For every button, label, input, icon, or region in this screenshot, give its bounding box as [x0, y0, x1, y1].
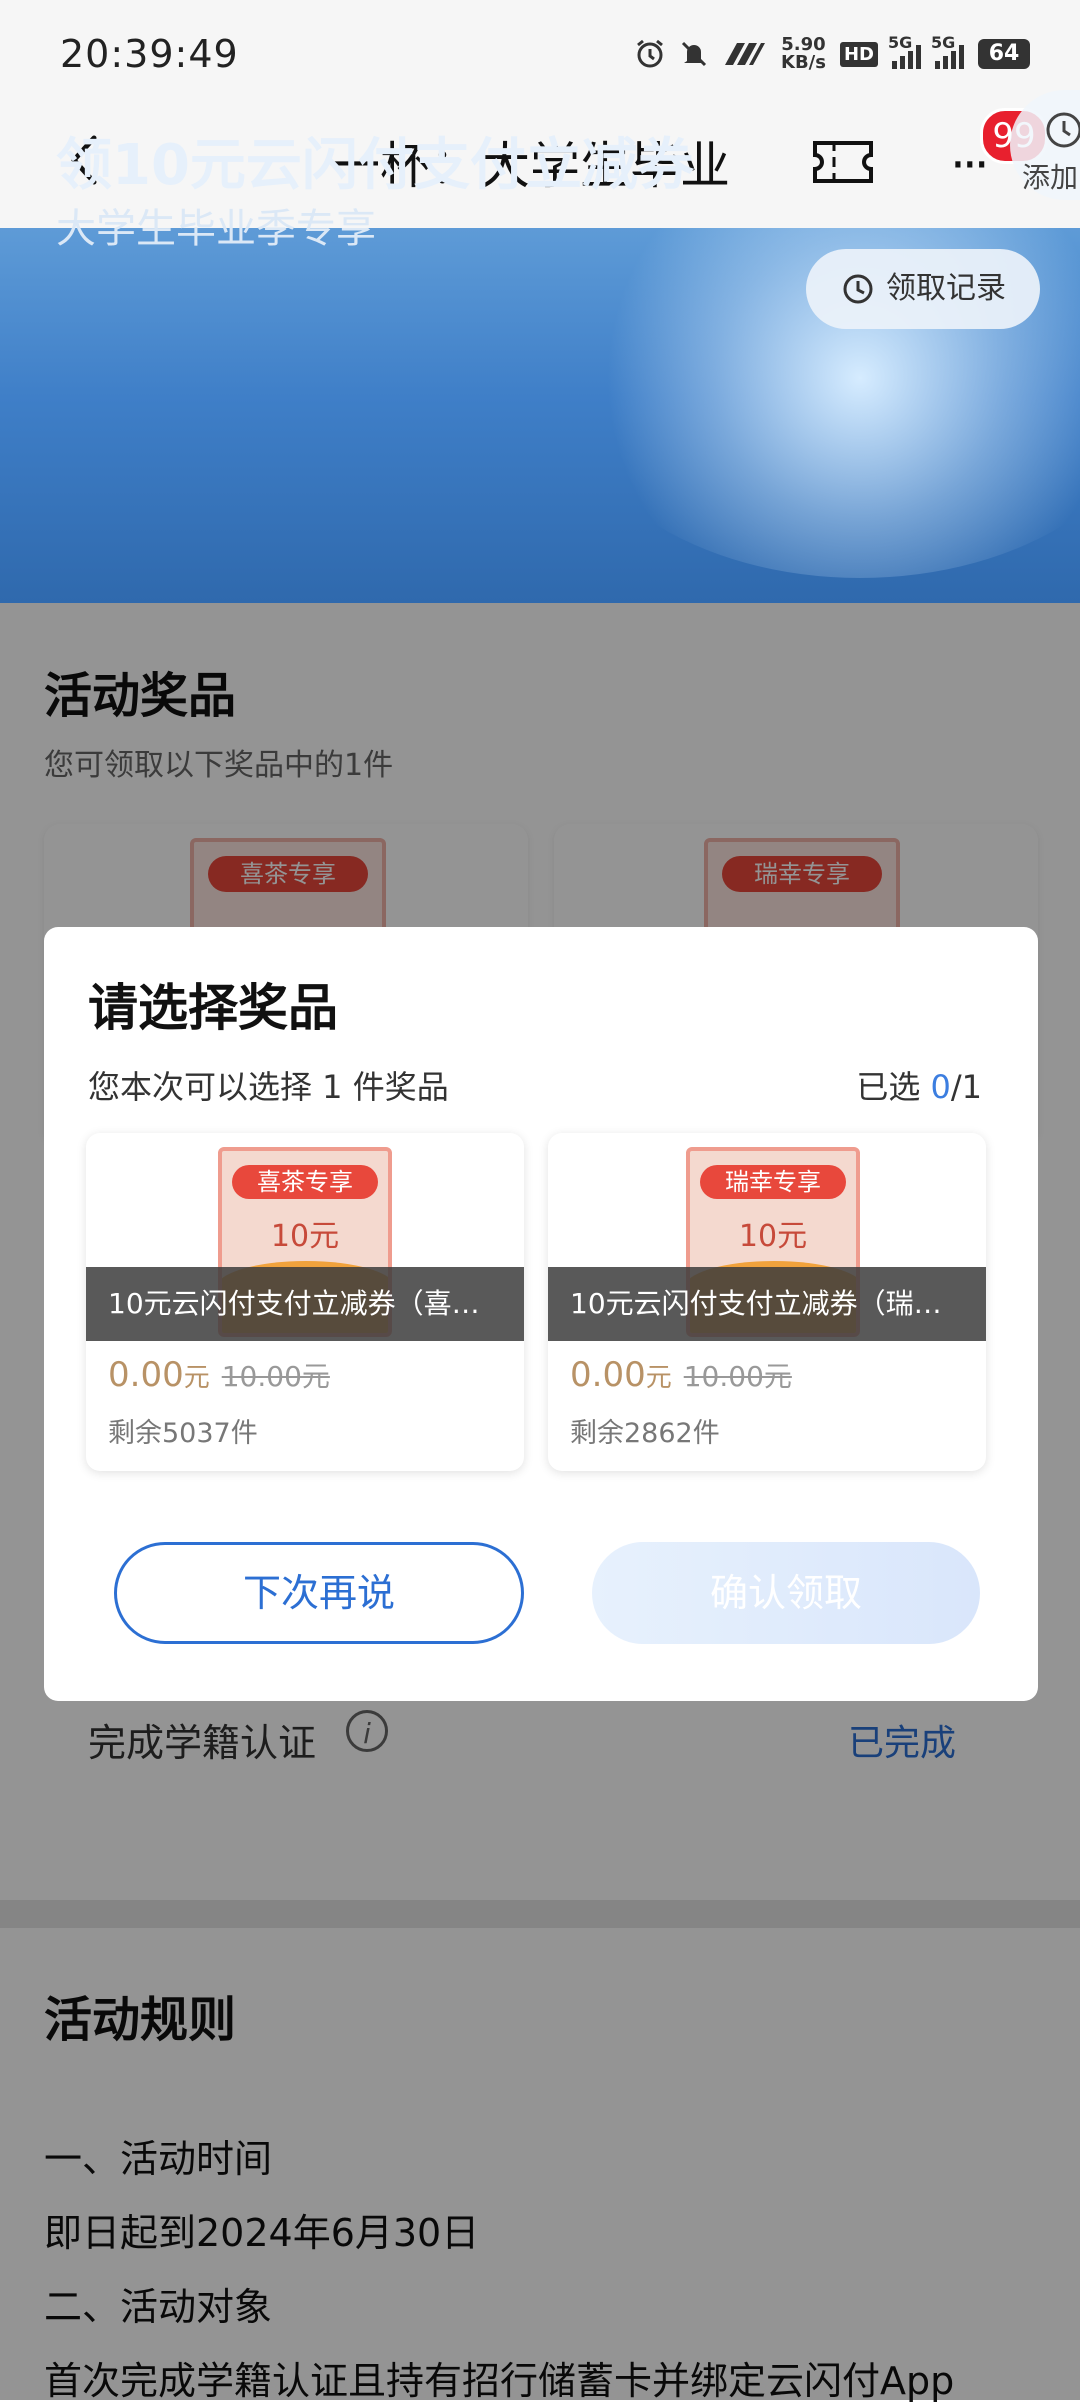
- prize-tag: 喜茶专享: [232, 1165, 378, 1199]
- history-icon: [843, 274, 873, 304]
- selected-total: /1: [950, 1068, 982, 1106]
- original-price: 10.00元: [683, 1360, 792, 1393]
- prize-name: 10元云闪付支付立减券（喜茶专享）: [86, 1267, 524, 1341]
- price-value: 0.00: [108, 1355, 184, 1395]
- claim-record-label: 领取记录: [886, 271, 1006, 306]
- nfc-icon: [725, 43, 766, 65]
- add-shortcut-label: 添加: [1022, 161, 1079, 194]
- prize-price: 0.00元 10.00元: [570, 1355, 792, 1395]
- selected-number: 0: [930, 1068, 951, 1106]
- claim-record-button[interactable]: 领取记录: [806, 249, 1040, 329]
- sim2-label: 5G: [931, 33, 956, 52]
- status-time: 20:39:49: [60, 32, 239, 76]
- selected-prefix: 已选: [856, 1068, 931, 1106]
- dialog-title: 请选择奖品: [88, 979, 338, 1037]
- price-unit: 元: [183, 1363, 210, 1393]
- dialog-subtitle: 您本次可以选择 1 件奖品: [88, 1068, 449, 1106]
- sim1-label: 5G: [888, 33, 913, 52]
- clock-icon: [1046, 112, 1080, 148]
- prize-tag: 瑞幸专享: [700, 1165, 846, 1199]
- confirm-claim-button[interactable]: 确认领取: [592, 1542, 980, 1644]
- more-dots-icon[interactable]: ···: [950, 140, 990, 190]
- banner-title: 领10元云闪付支付立减券: [56, 133, 694, 198]
- prize-price: 0.00元 10.00元: [108, 1355, 330, 1395]
- hd-voice-icon: HD: [839, 41, 878, 67]
- price-value: 0.00: [570, 1355, 646, 1395]
- battery-icon: 64: [978, 39, 1030, 69]
- net-speed: 5.90 KB/s: [781, 36, 826, 72]
- coupon-amount: 10元: [270, 1219, 340, 1254]
- original-price: 10.00元: [221, 1360, 330, 1393]
- later-button[interactable]: 下次再说: [114, 1542, 524, 1644]
- signal-icon: 5G: [931, 33, 964, 69]
- coupon-amount: 10元: [738, 1219, 808, 1254]
- banner-subtitle: 大学生毕业季专享: [56, 206, 376, 252]
- selected-count: 已选 0/1: [856, 1062, 982, 1108]
- mute-icon: [681, 41, 707, 67]
- prize-card[interactable]: 喜茶专享 10元 10元云闪付支付立减券（喜茶专享） 0.00元 10.00元 剩…: [86, 1133, 524, 1471]
- signal-icon: 5G: [888, 33, 921, 69]
- ticket-icon[interactable]: [812, 140, 874, 184]
- alarm-icon: [637, 39, 663, 68]
- prize-name: 10元云闪付支付立减券（瑞幸专享）: [548, 1267, 986, 1341]
- status-icons: 5.90 KB/s HD 5G 5G 64: [635, 33, 1030, 72]
- prize-stock: 剩余2862件: [570, 1418, 720, 1449]
- prize-stock: 剩余5037件: [108, 1418, 258, 1449]
- price-unit: 元: [645, 1363, 672, 1393]
- prize-card[interactable]: 瑞幸专享 10元 10元云闪付支付立减券（瑞幸专享） 0.00元 10.00元 剩…: [548, 1133, 986, 1471]
- net-speed-unit: KB/s: [781, 52, 826, 73]
